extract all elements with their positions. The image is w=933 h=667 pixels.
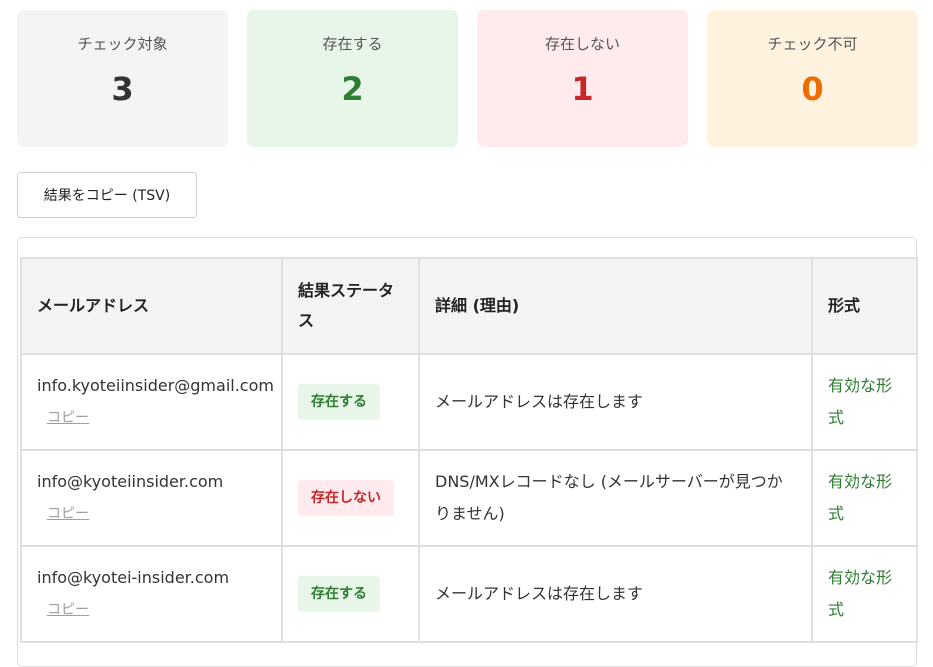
email-text: info@kyotei-insider.com bbox=[37, 568, 230, 587]
results-table-container: メールアドレス 結果ステータス 詳細 (理由) 形式 info.kyoteiin… bbox=[17, 237, 918, 667]
format-cell: 有効な形式 bbox=[811, 449, 918, 547]
header-email: メールアドレス bbox=[20, 257, 283, 355]
status-cell: 存在する bbox=[281, 545, 420, 643]
copy-tsv-button[interactable]: 結果をコピー (TSV) bbox=[17, 172, 197, 218]
email-text: info.kyoteiinsider@gmail.com bbox=[37, 376, 274, 395]
detail-cell: メールアドレスは存在します bbox=[418, 545, 813, 643]
row-copy-link[interactable]: コピー bbox=[47, 403, 89, 433]
table-row: info@kyotei-insider.com コピー 存在する メールアドレス… bbox=[20, 545, 918, 643]
stat-label-unknown: チェック不可 bbox=[767, 35, 858, 53]
stat-value-total: 3 bbox=[111, 70, 134, 108]
results-table: メールアドレス 結果ステータス 詳細 (理由) 形式 info.kyoteiin… bbox=[20, 257, 918, 643]
stat-label-total: チェック対象 bbox=[77, 35, 168, 53]
stat-card-missing: 存在しない 1 bbox=[477, 10, 688, 147]
status-cell: 存在しない bbox=[281, 449, 420, 547]
status-badge: 存在する bbox=[298, 576, 380, 612]
header-detail: 詳細 (理由) bbox=[418, 257, 813, 355]
header-status: 結果ステータス bbox=[281, 257, 420, 355]
status-cell: 存在する bbox=[281, 353, 420, 451]
email-cell: info@kyoteiinsider.com コピー bbox=[20, 449, 283, 547]
table-row: info.kyoteiinsider@gmail.com コピー 存在する メー… bbox=[20, 353, 918, 451]
status-badge: 存在する bbox=[298, 384, 380, 420]
stat-card-unknown: チェック不可 0 bbox=[707, 10, 918, 147]
format-cell: 有効な形式 bbox=[811, 545, 918, 643]
table-header-row: メールアドレス 結果ステータス 詳細 (理由) 形式 bbox=[20, 257, 918, 355]
email-cell: info@kyotei-insider.com コピー bbox=[20, 545, 283, 643]
email-cell: info.kyoteiinsider@gmail.com コピー bbox=[20, 353, 283, 451]
header-format: 形式 bbox=[811, 257, 918, 355]
detail-cell: メールアドレスは存在します bbox=[418, 353, 813, 451]
stat-card-total: チェック対象 3 bbox=[17, 10, 228, 147]
email-text: info@kyoteiinsider.com bbox=[37, 472, 224, 491]
stat-value-exists: 2 bbox=[341, 70, 364, 108]
table-row: info@kyoteiinsider.com コピー 存在しない DNS/MXレ… bbox=[20, 449, 918, 547]
format-cell: 有効な形式 bbox=[811, 353, 918, 451]
row-copy-link[interactable]: コピー bbox=[47, 595, 89, 625]
stat-value-missing: 1 bbox=[571, 70, 594, 108]
detail-cell: DNS/MXレコードなし (メールサーバーが見つかりません) bbox=[418, 449, 813, 547]
stat-label-missing: 存在しない bbox=[544, 35, 620, 53]
summary-cards: チェック対象 3 存在する 2 存在しない 1 チェック不可 0 bbox=[17, 10, 918, 147]
status-badge: 存在しない bbox=[298, 480, 394, 516]
row-copy-link[interactable]: コピー bbox=[47, 499, 89, 529]
stat-value-unknown: 0 bbox=[801, 70, 824, 108]
stat-label-exists: 存在する bbox=[322, 35, 383, 53]
stat-card-exists: 存在する 2 bbox=[247, 10, 458, 147]
